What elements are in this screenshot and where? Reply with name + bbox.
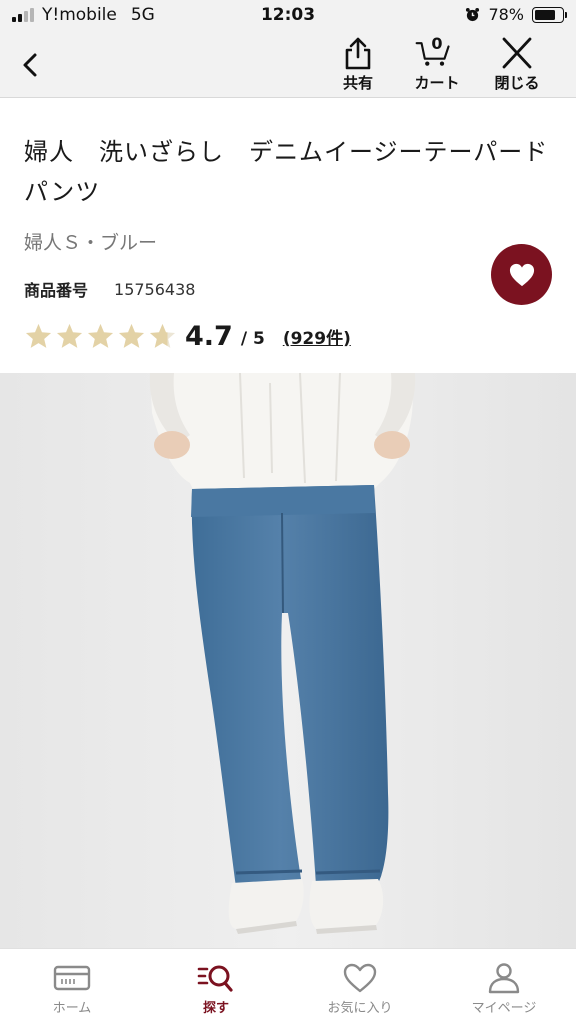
rating-value: 4.7 [185,320,233,352]
tab-favorites-label: お気に入り [327,1001,393,1016]
battery-percentage: 78% [488,5,524,24]
star-icon [25,323,52,348]
tab-favorites[interactable]: お気に入り [288,949,432,1024]
share-icon [345,37,371,70]
heart-icon [509,263,534,286]
share-button[interactable]: 共有 [323,36,393,94]
heart-outline-icon [343,963,377,993]
star-icon [87,323,114,348]
product-photo-illustration [0,373,576,948]
status-bar: Y!mobile 5G 12:03 78% [0,0,576,32]
tab-home-label: ホーム [52,1001,92,1016]
cart-count-badge: 0 [431,34,443,53]
product-code-row: 商品番号 15756438 [24,277,195,301]
product-code-value: 15756438 [114,279,196,299]
tab-mypage-label: マイページ [471,1001,537,1016]
share-label: 共有 [342,74,373,92]
rating-row: 4.7 / 5 (929件) [24,318,351,354]
tab-mypage[interactable]: マイページ [432,949,576,1024]
cart-button[interactable]: 0 カート [402,34,472,94]
back-button[interactable] [14,48,48,82]
close-label: 閉じる [494,74,540,92]
tab-home[interactable]: ホーム [0,949,144,1024]
bottom-tab-bar: ホーム 探す お気に入り マイページ [0,948,576,1024]
product-code-label: 商品番号 [24,281,89,300]
tab-search-label: 探す [202,1001,229,1016]
tab-search[interactable]: 探す [144,949,288,1024]
close-button[interactable]: 閉じる [482,36,552,94]
chevron-left-icon [23,53,37,77]
alarm-clock-icon [466,7,480,22]
rating-stars [24,322,177,351]
app-header: 共有 0 カート 閉じる [0,32,576,98]
battery-icon [532,6,567,23]
person-icon [488,963,520,994]
star-icon [56,323,83,348]
star-icon [118,323,145,348]
review-count-link[interactable]: (929件) [283,324,351,349]
cart-label: カート [414,74,460,92]
close-icon [502,37,532,69]
product-image[interactable] [0,373,576,948]
product-title: 婦人 洗いざらし デニムイージーテーパードパンツ [24,138,549,206]
star-icon [149,323,176,348]
home-card-icon [53,965,91,991]
favorite-button[interactable] [491,244,552,305]
search-list-icon [197,965,233,992]
product-variant: 婦人Ｓ・ブルー [24,232,158,254]
rating-max: / 5 [240,329,265,349]
